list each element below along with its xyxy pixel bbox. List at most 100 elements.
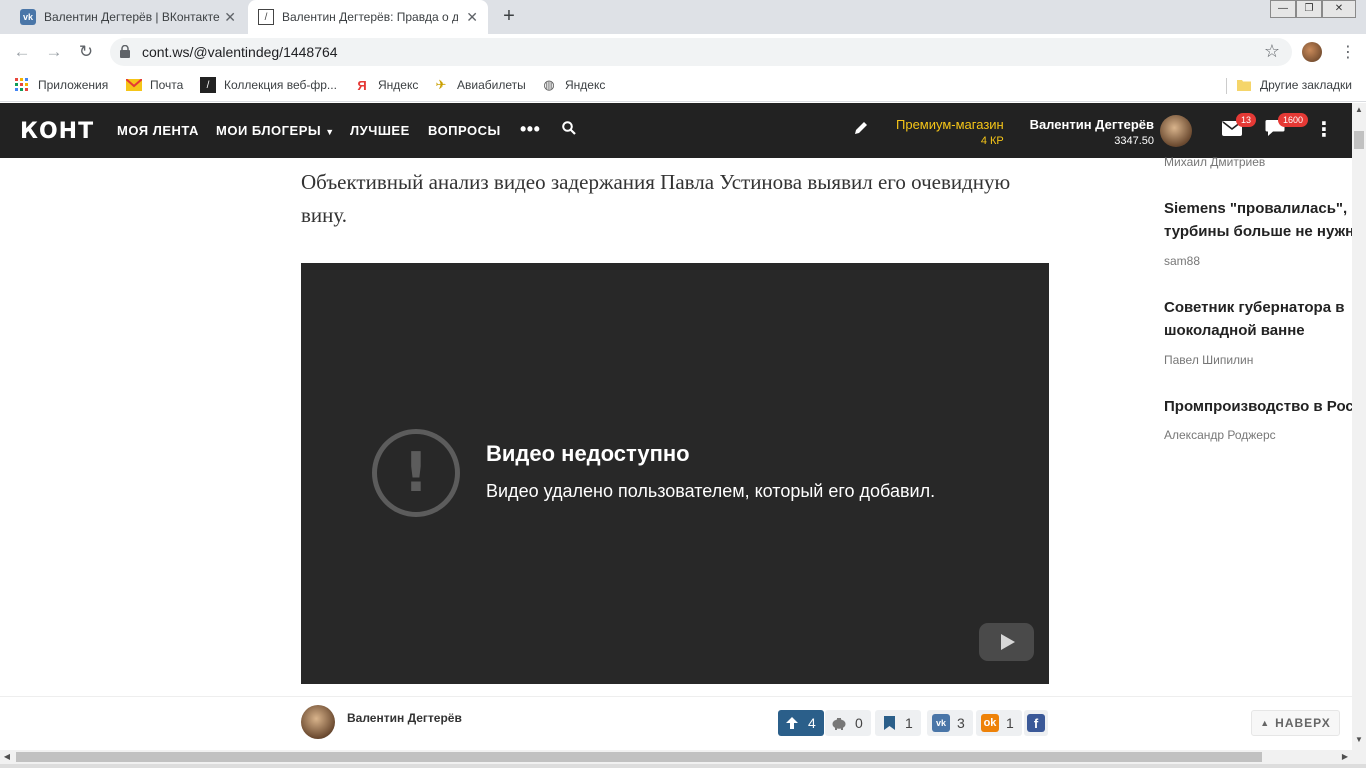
vk-share-count: 3 — [957, 715, 965, 731]
yandex-icon: Я — [357, 77, 367, 93]
sidebar-item-author[interactable]: Александр Роджерс — [1164, 428, 1276, 442]
reload-icon[interactable]: ↻ — [74, 40, 98, 64]
sidebar-item-author[interactable]: Павел Шипилин — [1164, 353, 1253, 367]
vk-icon: vk — [927, 710, 955, 736]
folder-icon — [1236, 77, 1252, 93]
donate-count: 0 — [855, 715, 863, 731]
new-tab-icon[interactable]: + — [498, 5, 520, 27]
tab-vk[interactable]: vk Валентин Дегтерёв | ВКонтакте ✕ — [10, 0, 246, 34]
plane-icon: ✈ — [435, 77, 447, 92]
mail-badge: 13 — [1236, 113, 1257, 127]
video-title: Видео недоступно — [486, 441, 690, 466]
premium-shop-link[interactable]: Премиум-магазин 4 КР — [896, 117, 1004, 147]
scroll-to-top-button[interactable]: ▲ НАВЕРХ — [1251, 710, 1340, 736]
bookmark-avia[interactable]: ✈ Авиабилеты — [433, 77, 526, 93]
close-window-icon[interactable]: ✕ — [1322, 0, 1356, 18]
star-icon[interactable]: ☆ — [1264, 41, 1280, 62]
site-menu-icon[interactable]: ⋮ — [1314, 117, 1334, 142]
back-icon[interactable]: ← — [10, 40, 34, 64]
author-name[interactable]: Валентин Дегтерёв — [347, 711, 462, 725]
facebook-icon: f — [1024, 710, 1048, 736]
odnoklassniki-icon: ok — [976, 710, 1004, 736]
ok-share-count: 1 — [1006, 715, 1014, 731]
bookmark-label: Яндекс — [378, 78, 419, 92]
mail-icon — [126, 77, 142, 93]
ok-share-button[interactable]: ok 1 — [976, 710, 1022, 736]
upvote-count: 4 — [808, 715, 816, 731]
tab-kont[interactable]: / Валентин Дегтерёв: Правда о д ✕ — [248, 0, 488, 34]
bookmark-mail[interactable]: Почта — [126, 77, 183, 93]
site-header: КОНТ МОЯ ЛЕНТА МОИ БЛОГЕРЫ ▼ ЛУЧШЕЕ ВОПР… — [0, 103, 1352, 158]
restore-icon[interactable]: ❐ — [1296, 0, 1322, 18]
user-score: 3347.50 — [1114, 135, 1154, 147]
nav-my-bloggers-label: МОИ БЛОГЕРЫ — [216, 123, 322, 138]
browser-toolbar: ← → ↻ cont.ws/@valentindeg/1448764 ☆ — [0, 34, 1366, 70]
nav-my-feed[interactable]: МОЯ ЛЕНТА — [117, 123, 199, 138]
forward-icon[interactable]: → — [42, 40, 66, 64]
sidebar-title-line: Советник губернатора в — [1164, 299, 1345, 316]
site-logo[interactable]: КОНТ — [20, 119, 94, 144]
article-lead: Объективный анализ видео задержания Павл… — [301, 170, 1011, 227]
sidebar-title-line: Промпроизводство в Рос — [1164, 398, 1352, 415]
bookmark-collection[interactable]: / Коллекция веб-фр... — [200, 77, 337, 93]
article-action-bar: Валентин Дегтерёв 4 0 1 vk 3 ok 1 f ▲ НА… — [0, 696, 1352, 750]
sidebar-item-title[interactable]: Siemens "провалилась", Р турбины больше … — [1164, 197, 1352, 243]
bookmarks-divider — [1226, 78, 1227, 94]
nav-my-bloggers[interactable]: МОИ БЛОГЕРЫ ▼ — [216, 123, 335, 138]
facebook-share-button[interactable]: f — [1024, 710, 1048, 736]
browser-tabstrip: vk Валентин Дегтерёв | ВКонтакте ✕ / Вал… — [0, 0, 1366, 34]
video-player[interactable]: ! Видео недоступно Видео удалено пользов… — [301, 263, 1049, 684]
vertical-scrollbar[interactable]: ▲ ▼ — [1352, 103, 1366, 768]
arrow-up-icon — [778, 710, 806, 736]
bookmark-yandex[interactable]: Я Яндекс — [354, 77, 418, 93]
bookmark-apps[interactable]: Приложения — [14, 77, 108, 93]
bookmark-other[interactable]: Другие закладки — [1236, 77, 1352, 93]
upvote-button[interactable]: 4 — [778, 710, 824, 736]
bookmark-label: Яндекс — [565, 78, 606, 92]
horizontal-scroll-thumb[interactable] — [16, 752, 1262, 762]
user-avatar[interactable] — [1160, 115, 1192, 147]
tab-title: Валентин Дегтерёв | ВКонтакте — [44, 10, 220, 24]
sidebar-title-line: Siemens "провалилась", Р — [1164, 200, 1352, 217]
youtube-icon[interactable] — [979, 623, 1034, 661]
minimize-icon[interactable]: — — [1270, 0, 1296, 18]
user-name: Валентин Дегтерёв — [1029, 117, 1154, 132]
bookmark-yandex-2[interactable]: ◍ Яндекс — [541, 77, 605, 93]
donate-button[interactable]: 0 — [825, 710, 871, 736]
scroll-left-icon[interactable]: ◀ — [0, 750, 14, 764]
vertical-scroll-thumb[interactable] — [1354, 131, 1364, 149]
tab-title: Валентин Дегтерёв: Правда о д — [282, 10, 458, 24]
nav-best[interactable]: ЛУЧШЕЕ — [350, 123, 410, 138]
bookmark-label: Почта — [150, 78, 184, 92]
horizontal-scrollbar[interactable]: ◀ ▶ — [0, 750, 1352, 764]
bookmark-label: Коллекция веб-фр... — [224, 78, 337, 92]
sidebar-item-author[interactable]: sam88 — [1164, 254, 1200, 268]
close-icon[interactable]: ✕ — [466, 9, 478, 26]
scroll-right-icon[interactable]: ▶ — [1338, 750, 1352, 764]
nav-questions[interactable]: ВОПРОСЫ — [428, 123, 501, 138]
search-icon[interactable] — [562, 121, 576, 138]
user-menu[interactable]: Валентин Дегтерёв 3347.50 — [1020, 117, 1154, 147]
collection-icon: / — [200, 77, 216, 93]
scroll-up-icon[interactable]: ▲ — [1352, 103, 1366, 117]
vk-share-button[interactable]: vk 3 — [927, 710, 973, 736]
chat-badge: 1600 — [1278, 113, 1309, 127]
profile-avatar[interactable] — [1302, 42, 1322, 62]
author-avatar[interactable] — [301, 705, 335, 739]
close-icon[interactable]: ✕ — [224, 9, 236, 26]
sidebar-item-title[interactable]: Промпроизводство в Рос — [1164, 395, 1352, 418]
scroll-down-icon[interactable]: ▼ — [1352, 733, 1366, 747]
apps-grid-icon — [14, 77, 30, 93]
bookmark-label: Авиабилеты — [457, 78, 526, 92]
pencil-icon[interactable] — [854, 121, 868, 138]
address-bar[interactable]: cont.ws/@valentindeg/1448764 ☆ — [110, 38, 1292, 66]
sidebar-item-title[interactable]: Советник губернатора в шоколадной ванне — [1164, 296, 1352, 342]
triangle-up-icon: ▲ — [1260, 718, 1271, 728]
sidebar-title-line: турбины больше не нужн — [1164, 223, 1352, 240]
browser-menu-icon[interactable]: ⋮ — [1340, 42, 1356, 62]
sidebar-title-line: шоколадной ванне — [1164, 322, 1305, 339]
more-icon[interactable]: ••• — [520, 119, 540, 140]
sidebar-top-author[interactable]: Михаил Дмитриев — [1164, 155, 1265, 169]
bookmark-button[interactable]: 1 — [875, 710, 921, 736]
bookmark-count: 1 — [905, 715, 913, 731]
